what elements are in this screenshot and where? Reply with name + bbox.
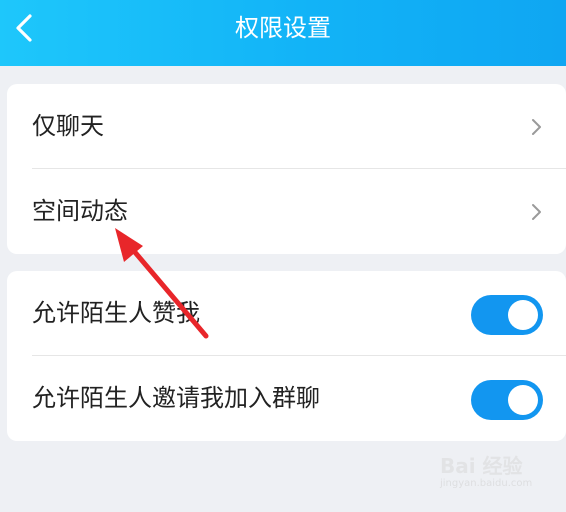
chevron-right-icon (532, 119, 541, 135)
page-title: 权限设置 (235, 14, 331, 42)
header-bar: 权限设置 (0, 0, 566, 66)
watermark-logo: Bai 经验 (440, 454, 523, 478)
toggle-knob (508, 300, 538, 330)
toggle-knob (508, 385, 538, 415)
allow-stranger-group-invite-toggle[interactable] (471, 380, 543, 420)
list-item-label: 允许陌生人赞我 (32, 299, 200, 327)
watermark-url: jingyan.baidu.com (440, 478, 533, 489)
stranger-permissions-card: 允许陌生人赞我 允许陌生人邀请我加入群聊 (7, 271, 566, 441)
list-item-allow-stranger-likes: 允许陌生人赞我 (7, 271, 566, 356)
list-item-space-updates[interactable]: 空间动态 (7, 169, 566, 254)
visibility-card: 仅聊天 空间动态 (7, 84, 566, 254)
watermark: Bai 经验 jingyan.baidu.com (440, 448, 560, 498)
list-item-label: 仅聊天 (32, 112, 104, 140)
list-item-label: 允许陌生人邀请我加入群聊 (32, 384, 320, 412)
list-item-chat-only[interactable]: 仅聊天 (7, 84, 566, 169)
allow-stranger-likes-toggle[interactable] (471, 295, 543, 335)
list-item-allow-stranger-group-invite: 允许陌生人邀请我加入群聊 (7, 356, 566, 441)
chevron-right-icon (532, 204, 541, 220)
list-item-label: 空间动态 (32, 197, 128, 225)
